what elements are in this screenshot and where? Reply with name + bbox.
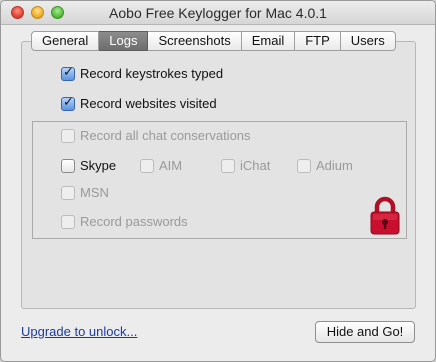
record-all-chat-checkbox bbox=[61, 128, 75, 143]
upgrade-link[interactable]: Upgrade to unlock... bbox=[21, 324, 137, 339]
tab-users[interactable]: Users bbox=[340, 31, 396, 51]
record-passwords-label: Record passwords bbox=[80, 214, 188, 229]
aim-checkbox bbox=[140, 158, 154, 173]
skype-option[interactable]: Skype bbox=[61, 158, 116, 173]
record-keystrokes-checkbox[interactable] bbox=[61, 65, 75, 81]
record-keystrokes-option[interactable]: Record keystrokes typed bbox=[61, 65, 224, 81]
record-passwords-checkbox bbox=[61, 214, 75, 229]
record-keystrokes-label: Record keystrokes typed bbox=[80, 66, 224, 81]
title-bar: Aobo Free Keylogger for Mac 4.0.1 bbox=[1, 1, 435, 25]
tab-logs[interactable]: Logs bbox=[99, 31, 149, 51]
tab-general[interactable]: General bbox=[31, 31, 100, 51]
ichat-checkbox bbox=[221, 158, 235, 173]
record-all-chat-option: Record all chat conservations bbox=[61, 128, 251, 143]
window-title: Aobo Free Keylogger for Mac 4.0.1 bbox=[109, 5, 327, 21]
adium-option: Adium bbox=[297, 158, 353, 173]
skype-label: Skype bbox=[80, 158, 117, 173]
adium-label: Adium bbox=[316, 158, 353, 173]
msn-checkbox bbox=[61, 185, 75, 200]
aim-option: AIM bbox=[140, 158, 182, 173]
tab-screenshots[interactable]: Screenshots bbox=[148, 31, 242, 51]
record-all-chat-label: Record all chat conservations bbox=[80, 128, 251, 143]
tab-ftp[interactable]: FTP bbox=[295, 31, 341, 51]
record-passwords-option: Record passwords bbox=[61, 214, 188, 229]
ichat-label: iChat bbox=[240, 158, 271, 173]
skype-checkbox[interactable] bbox=[61, 158, 75, 173]
tab-bar: General Logs Screenshots Email FTP Users bbox=[31, 31, 396, 51]
aim-label: AIM bbox=[159, 158, 183, 173]
msn-label: MSN bbox=[80, 185, 109, 200]
adium-checkbox bbox=[297, 158, 311, 173]
msn-option: MSN bbox=[61, 185, 109, 200]
ichat-option: iChat bbox=[221, 158, 270, 173]
hide-and-go-button[interactable]: Hide and Go! bbox=[315, 321, 415, 343]
tab-email[interactable]: Email bbox=[241, 31, 296, 51]
lock-icon bbox=[370, 196, 400, 235]
record-websites-checkbox[interactable] bbox=[61, 95, 75, 111]
record-websites-option[interactable]: Record websites visited bbox=[61, 95, 217, 111]
app-window: Aobo Free Keylogger for Mac 4.0.1 Genera… bbox=[0, 0, 436, 362]
record-websites-label: Record websites visited bbox=[80, 96, 217, 111]
